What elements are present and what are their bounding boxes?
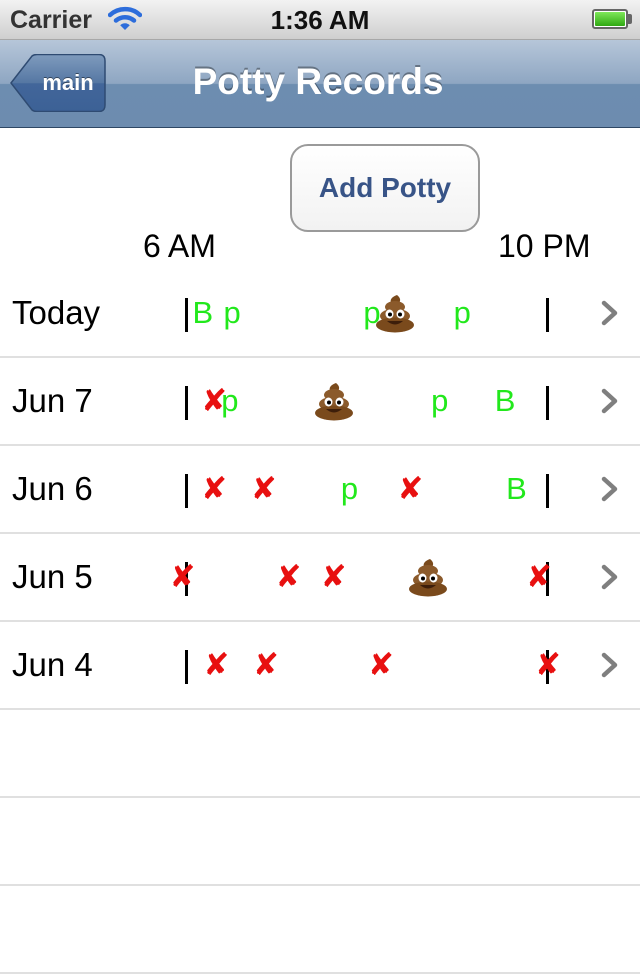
cross-mark-icon: ✘: [535, 647, 561, 682]
row-date-label: Today: [12, 294, 101, 331]
poop-icon: [375, 295, 414, 333]
empty-table-row: [0, 710, 640, 798]
cross-mark-icon: ✘: [201, 471, 228, 506]
cross-mark-icon: ✘: [525, 559, 552, 594]
timeline-start-tick: [185, 650, 188, 684]
chevron-right-icon: [601, 476, 618, 502]
potty-event-mark: p: [340, 471, 359, 506]
potty-event-mark: B: [506, 471, 527, 506]
potty-event-mark: p: [453, 295, 471, 330]
cross-mark-icon: ✘: [275, 559, 302, 594]
row-date-label: Jun 6: [12, 470, 93, 507]
cross-mark-icon: ✘: [169, 559, 196, 594]
chevron-right-icon: [601, 300, 618, 326]
empty-table-row: [0, 798, 640, 886]
cross-mark-icon: ✘: [397, 471, 424, 506]
table-row[interactable]: Jun 6 ✘ ✘ p ✘ B: [0, 446, 640, 534]
table-row[interactable]: Today Bp p p: [0, 270, 640, 358]
timeline-end-tick: [546, 386, 549, 420]
table-row[interactable]: Jun 5 ✘ ✘ ✘ ✘: [0, 534, 640, 622]
cross-mark-icon: ✘: [252, 647, 279, 682]
battery-nub: [628, 14, 632, 24]
cross-mark-icon: ✘: [203, 647, 230, 682]
poop-icon: [409, 559, 448, 597]
battery-level: [595, 12, 625, 26]
table-row[interactable]: Jun 4 ✘ ✘ ✘ ✘: [0, 622, 640, 710]
chevron-right-icon: [601, 564, 618, 590]
battery-icon: [592, 9, 628, 29]
timeline-end-tick: [546, 298, 549, 332]
potty-event-mark: p: [431, 383, 449, 418]
row-date-label: Jun 7: [12, 382, 93, 419]
status-time: 1:36 AM: [270, 5, 370, 35]
timeline-end-label: 10 PM: [498, 228, 591, 264]
potty-event-mark: p: [223, 295, 241, 330]
potty-event-mark: B: [494, 383, 516, 418]
table-row[interactable]: Jun 7 ✘ p p B: [0, 358, 640, 446]
page-title: Potty Records: [192, 61, 444, 102]
cross-mark-icon: ✘: [368, 647, 395, 682]
timeline-end-tick: [546, 474, 549, 508]
cross-mark-icon: ✘: [320, 559, 347, 594]
empty-table-row: [0, 886, 640, 974]
timeline-start-label: 6 AM: [143, 228, 216, 264]
potty-event-mark: p: [221, 383, 239, 418]
status-bar: Carrier 1:36 AM: [0, 0, 640, 40]
timeline-start-tick: [185, 474, 188, 508]
row-date-label: Jun 4: [12, 646, 93, 683]
poop-icon: [314, 383, 353, 421]
chevron-right-icon: [601, 652, 618, 678]
cross-mark-icon: ✘: [250, 471, 277, 506]
timeline-start-tick: [185, 386, 188, 420]
add-potty-button[interactable]: Add Potty: [290, 144, 480, 232]
navigation-bar: main Potty Records: [0, 40, 640, 128]
chevron-right-icon: [601, 388, 618, 414]
row-date-label: Jun 5: [12, 558, 93, 595]
